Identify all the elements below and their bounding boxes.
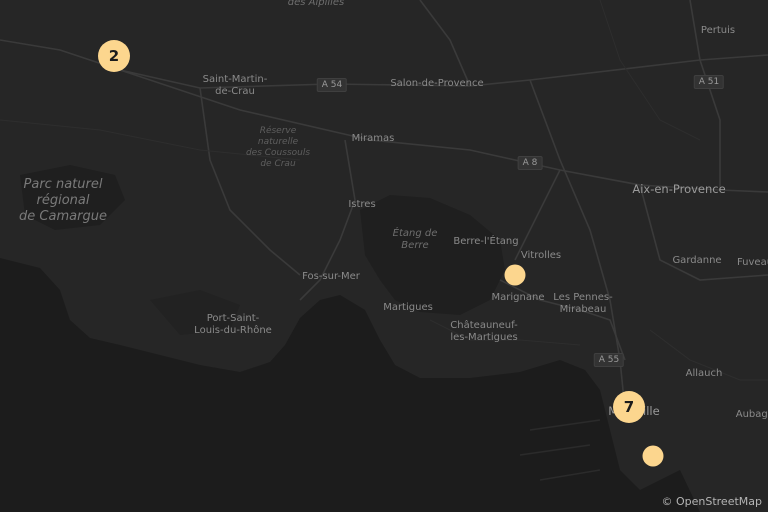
label-gardanne: Gardanne (672, 255, 722, 266)
label-martigues: Martigues (383, 302, 433, 313)
label-berre-l-etang: Berre-l'Étang (453, 236, 519, 247)
label-pertuis: Pertuis (700, 25, 736, 36)
label-camargue-park: Parc naturel régional de Camargue (19, 177, 107, 224)
label-alpilles: des Alpilles (287, 0, 345, 8)
label-vitrolles: Vitrolles (520, 250, 562, 261)
road-shield-a8: A 8 (517, 156, 543, 170)
label-miramas: Miramas (351, 133, 395, 144)
map-basemap (0, 0, 768, 512)
road-shield-a54: A 54 (316, 78, 348, 92)
location-marker-marseille-south[interactable] (642, 445, 664, 467)
label-fos-sur-mer: Fos-sur-Mer (302, 271, 360, 282)
label-port-saint-louis: Port-Saint- Louis-du-Rhône (194, 313, 272, 336)
location-marker-marignane[interactable] (504, 264, 526, 286)
cluster-marker-marseille[interactable]: 7 (613, 391, 645, 423)
label-allauch: Allauch (685, 368, 723, 379)
label-chateauneuf-les-martigues: Châteauneuf- les-Martigues (450, 320, 518, 343)
cluster-marker-arles[interactable]: 2 (98, 40, 130, 72)
road-shield-a55: A 55 (593, 353, 625, 367)
label-aix-en-provence: Aix-en-Provence (632, 182, 726, 196)
label-fuveau: Fuveau (736, 257, 768, 268)
map-canvas[interactable]: des Alpilles Pertuis Saint-Martin- de-Cr… (0, 0, 768, 512)
map-attribution[interactable]: © OpenStreetMap (661, 495, 762, 508)
label-etang-de-berre: Étang de Berre (392, 228, 438, 251)
label-reserve-coussouls: Réserve naturelle des Coussouls de Crau (245, 126, 311, 169)
label-aubagne: Aubagne (735, 409, 768, 420)
label-les-pennes-mirabeau: Les Pennes- Mirabeau (553, 292, 613, 315)
label-saint-martin-de-crau: Saint-Martin- de-Crau (202, 74, 268, 97)
road-shield-a51: A 51 (693, 75, 725, 89)
label-marignane: Marignane (491, 292, 545, 303)
label-istres: Istres (348, 199, 376, 210)
label-salon-de-provence: Salon-de-Provence (390, 78, 484, 89)
